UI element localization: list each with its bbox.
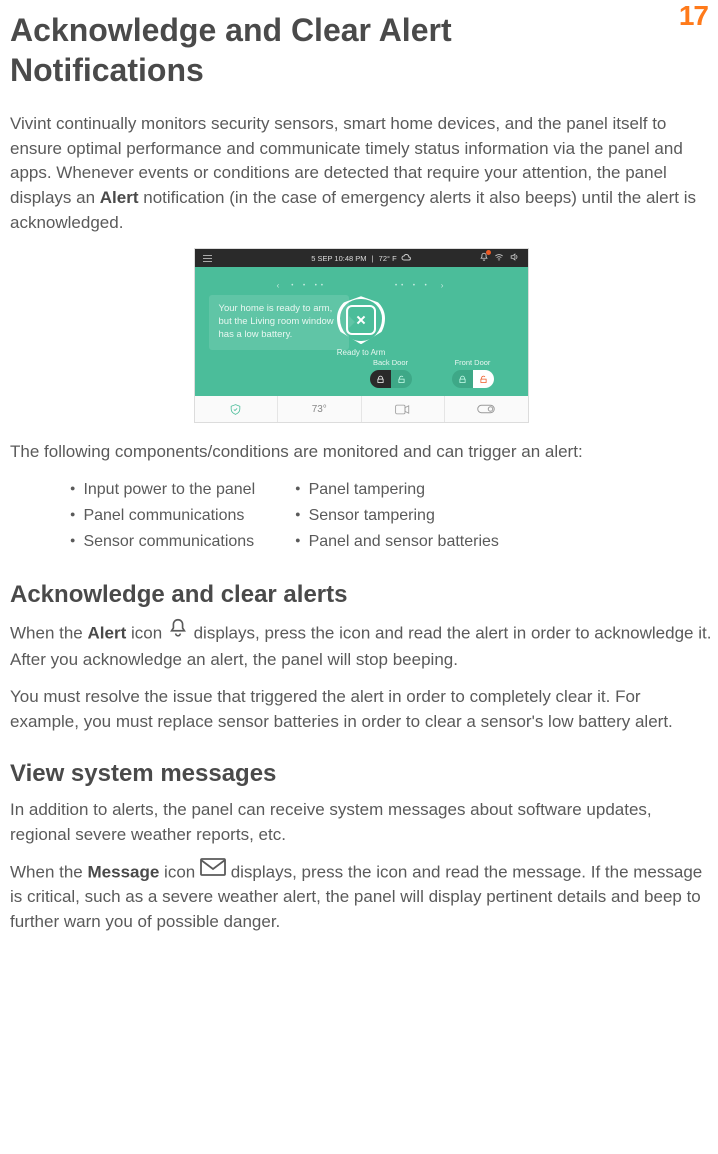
- door-back-label: Back Door: [370, 358, 412, 367]
- list-item: Sensor tampering: [295, 503, 499, 529]
- section2-heading: View system messages: [10, 760, 712, 788]
- s2-p2-a: When the: [10, 862, 88, 881]
- footer-camera-icon: [362, 396, 446, 422]
- panel-footer: 73°: [195, 396, 528, 422]
- triggers-col2: Panel tampering Sensor tampering Panel a…: [295, 477, 499, 555]
- footer-temp: 73°: [278, 396, 362, 422]
- unlock-icon: [391, 370, 412, 388]
- footer-toggle-icon: [445, 396, 528, 422]
- door-back: Back Door: [370, 358, 412, 388]
- panel-datetime: 5 SEP 10:48 PM: [311, 254, 366, 263]
- section1-p2: You must resolve the issue that triggere…: [10, 685, 712, 734]
- panel-main: Your home is ready to arm, but the Livin…: [195, 267, 528, 396]
- panel-carousel-dots: ‹• • •• •• • •›: [195, 281, 528, 290]
- lock-icon: [452, 370, 473, 388]
- section2-p2: When the Message icon displays, press th…: [10, 860, 712, 935]
- triggers-col1: Input power to the panel Panel communica…: [70, 477, 255, 555]
- intro-paragraph: Vivint continually monitors security sen…: [10, 112, 712, 235]
- page-title: Acknowledge and Clear Alert Notification…: [10, 10, 530, 90]
- s1-p1-a: When the: [10, 623, 88, 642]
- list-item: Input power to the panel: [70, 477, 255, 503]
- triggers-lead: The following components/conditions are …: [10, 440, 712, 465]
- unlock-alert-icon: [473, 370, 494, 388]
- intro-bold: Alert: [100, 188, 139, 207]
- lock-icon: [370, 370, 391, 388]
- list-item: Sensor communications: [70, 529, 255, 555]
- footer-shield-icon: [195, 396, 279, 422]
- panel-screenshot: 5 SEP 10:48 PM | 72° F: [195, 249, 528, 422]
- section1-p1: When the Alert icon displays, press the …: [10, 619, 712, 673]
- panel-message-tooltip: Your home is ready to arm, but the Livin…: [209, 295, 349, 349]
- list-item: Panel communications: [70, 503, 255, 529]
- notification-dot: [486, 250, 491, 255]
- panel-topbar: 5 SEP 10:48 PM | 72° F: [195, 249, 528, 267]
- triggers-list: Input power to the panel Panel communica…: [70, 477, 712, 555]
- section2-p1: In addition to alerts, the panel can rec…: [10, 798, 712, 847]
- s1-p1-b: icon: [126, 623, 167, 642]
- bell-icon: [167, 617, 189, 647]
- bell-icon: [479, 252, 489, 264]
- list-item: Panel tampering: [295, 477, 499, 503]
- weather-icon: [401, 254, 411, 264]
- s1-p1-bold: Alert: [88, 623, 127, 642]
- door-front: Front Door: [452, 358, 494, 388]
- panel-temp: 72° F: [379, 254, 397, 263]
- s2-p2-b: icon: [159, 862, 200, 881]
- section1-heading: Acknowledge and clear alerts: [10, 581, 712, 609]
- door-front-label: Front Door: [452, 358, 494, 367]
- envelope-icon: [200, 858, 226, 884]
- page-number: 17: [679, 0, 708, 32]
- s2-p2-bold: Message: [88, 862, 160, 881]
- list-item: Panel and sensor batteries: [295, 529, 499, 555]
